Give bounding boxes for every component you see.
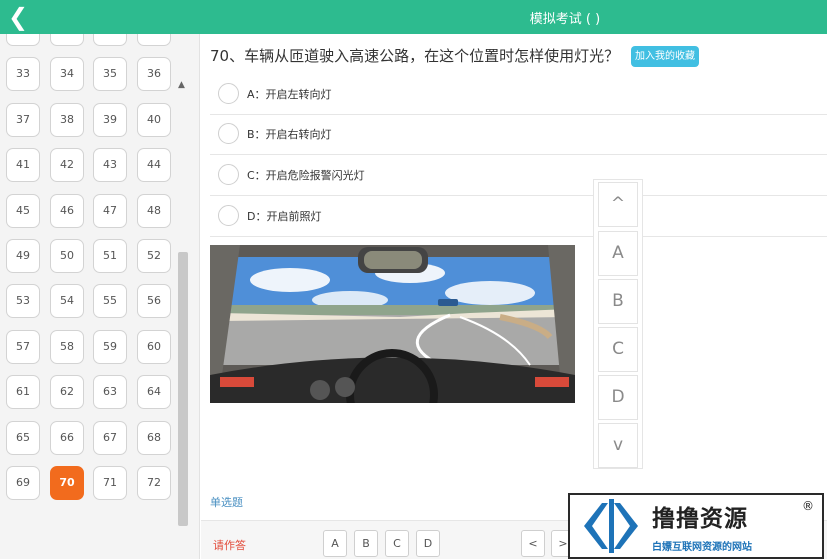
question-number-61[interactable]: 61: [6, 375, 40, 410]
question-number-59[interactable]: 59: [93, 329, 127, 364]
panel-c-button[interactable]: C: [598, 327, 638, 372]
panel-b-button[interactable]: B: [598, 279, 638, 324]
option-b-radio[interactable]: [218, 123, 239, 144]
page-title: 模拟考试 ( ): [529, 12, 601, 27]
answer-b-button[interactable]: B: [354, 530, 378, 557]
answer-prompt: 请作答: [213, 539, 246, 552]
question-number-72[interactable]: 72: [137, 466, 171, 500]
question-number-53[interactable]: 53: [6, 284, 40, 319]
question-number-51[interactable]: 51: [93, 239, 127, 273]
question-number-56[interactable]: 56: [137, 284, 171, 319]
question-number-48[interactable]: 48: [137, 193, 171, 228]
question-area: 70、车辆从匝道驶入高速公路，在这个位置时怎样使用灯光？ 加入我的收藏 A：开启…: [201, 34, 827, 559]
question-number-64[interactable]: 64: [137, 375, 171, 410]
watermark: 撸撸资源 ® 白嫖互联网资源的网站: [568, 493, 824, 559]
question-number-32[interactable]: 32: [137, 34, 171, 46]
question-number-46[interactable]: 46: [50, 193, 84, 228]
option-d-radio[interactable]: [218, 205, 239, 226]
question-number-65[interactable]: 65: [6, 420, 40, 455]
question-number-35[interactable]: 35: [93, 57, 127, 92]
question-number-38[interactable]: 38: [50, 102, 84, 137]
question-number-66[interactable]: 66: [50, 420, 84, 455]
question-navigator: 29 30 31 32 33 34 35 36 37 38 39 40 41 42 43 44 45 46 47 48…: [0, 34, 200, 559]
registered-mark: ®: [802, 499, 814, 513]
question-number-71[interactable]: 71: [93, 466, 127, 500]
question-number-55[interactable]: 55: [93, 284, 127, 319]
answer-a-button[interactable]: A: [323, 530, 347, 557]
watermark-name: 撸撸资源: [652, 506, 748, 532]
option-c-label: C：开启危险报警闪光灯: [247, 169, 365, 182]
panel-down-button[interactable]: v: [598, 423, 638, 468]
question-number-67[interactable]: 67: [93, 420, 127, 455]
question-number-63[interactable]: 63: [93, 375, 127, 410]
header-bar: ❮ 模拟考试 ( ): [0, 0, 827, 34]
option-d-label: D：开启前照灯: [247, 210, 322, 223]
question-number-36[interactable]: 36: [137, 57, 171, 92]
question-image: [210, 245, 575, 403]
question-number-30[interactable]: 30: [50, 34, 84, 46]
question-number-54[interactable]: 54: [50, 284, 84, 319]
question-number-29[interactable]: 29: [6, 34, 40, 46]
question-number-68[interactable]: 68: [137, 420, 171, 455]
watermark-subtitle: 白嫖互联网资源的网站: [652, 542, 752, 553]
question-number-49[interactable]: 49: [6, 239, 40, 273]
question-number-52[interactable]: 52: [137, 239, 171, 273]
question-number-41[interactable]: 41: [6, 148, 40, 183]
question-number-39[interactable]: 39: [93, 102, 127, 137]
question-number-47[interactable]: 47: [93, 193, 127, 228]
question-number-44[interactable]: 44: [137, 148, 171, 183]
scrollbar-thumb[interactable]: [178, 252, 188, 526]
option-d[interactable]: D：开启前照灯: [210, 197, 827, 237]
option-a-label: A：开启左转向灯: [247, 88, 332, 101]
question-text: 70、车辆从匝道驶入高速公路，在这个位置时怎样使用灯光？: [210, 47, 620, 65]
add-favorite-button[interactable]: 加入我的收藏: [631, 46, 699, 67]
question-number-37[interactable]: 37: [6, 102, 40, 137]
answer-c-button[interactable]: C: [385, 530, 409, 557]
question-number-50[interactable]: 50: [50, 239, 84, 273]
question-number-69[interactable]: 69: [6, 466, 40, 500]
question-number-62[interactable]: 62: [50, 375, 84, 410]
option-c[interactable]: C：开启危险报警闪光灯: [210, 156, 827, 196]
scroll-up-icon[interactable]: ▲: [178, 80, 185, 90]
question-number-43[interactable]: 43: [93, 148, 127, 183]
option-a[interactable]: A：开启左转向灯: [210, 75, 827, 115]
question-number-40[interactable]: 40: [137, 102, 171, 137]
question-number-57[interactable]: 57: [6, 329, 40, 364]
prev-question-button[interactable]: <: [521, 530, 545, 557]
quick-answer-panel: ^ A B C D v: [593, 179, 643, 469]
question-number-60[interactable]: 60: [137, 329, 171, 364]
watermark-logo-icon: [584, 499, 638, 553]
question-number-34[interactable]: 34: [50, 57, 84, 92]
panel-d-button[interactable]: D: [598, 375, 638, 420]
question-number-42[interactable]: 42: [50, 148, 84, 183]
question-number-33[interactable]: 33: [6, 57, 40, 92]
question-number-45[interactable]: 45: [6, 193, 40, 228]
question-number-70[interactable]: 70: [50, 466, 84, 500]
question-type: 单选题: [210, 496, 243, 509]
option-b[interactable]: B：开启右转向灯: [210, 115, 827, 155]
option-b-label: B：开启右转向灯: [247, 128, 332, 141]
question-number-58[interactable]: 58: [50, 329, 84, 364]
option-a-radio[interactable]: [218, 83, 239, 104]
panel-a-button[interactable]: A: [598, 231, 638, 276]
panel-up-button[interactable]: ^: [598, 182, 638, 227]
chevron-left-icon[interactable]: ❮: [8, 4, 30, 30]
answer-d-button[interactable]: D: [416, 530, 440, 557]
question-number-31[interactable]: 31: [93, 34, 127, 46]
option-c-radio[interactable]: [218, 164, 239, 185]
